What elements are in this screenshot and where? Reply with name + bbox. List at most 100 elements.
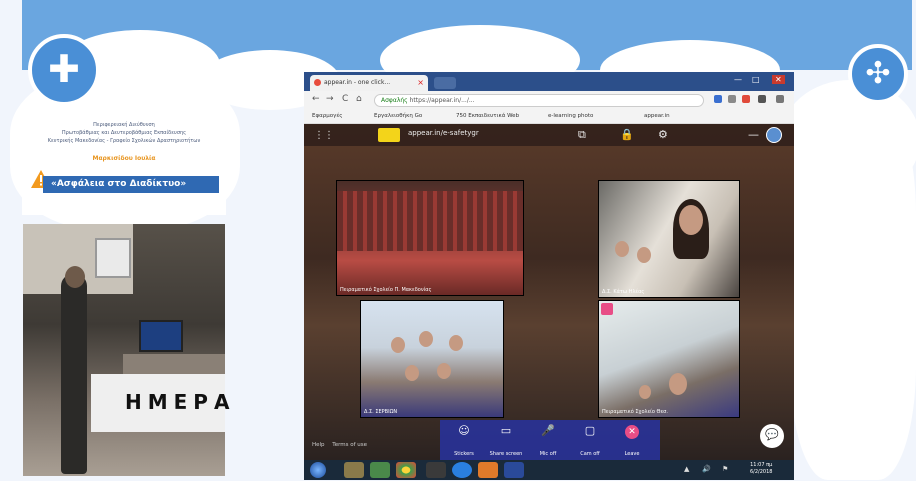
extension-icon[interactable] [714,95,722,103]
room-top-bar: ⋮⋮ appear.in/e-safetygr ⧉ 🔒 ⚙ — [304,124,794,146]
room-footer: Help Terms of use [312,442,367,448]
skype-icon[interactable] [452,462,472,478]
site-logo-right[interactable]: ✣ [848,44,908,104]
maximize-button[interactable]: □ [752,75,760,84]
presenter-name: Μαρκισίδου Ιουλία [92,155,156,162]
leave-button[interactable]: ✕ Leave [614,424,650,459]
cam-off-label: Cam off [580,451,600,457]
video-tile[interactable]: Πειραματικό Σχολείο Π. Μακεδονίας [336,180,524,296]
tab-close-icon[interactable]: × [417,75,424,91]
participant-face [669,373,687,395]
home-icon[interactable]: ⌂ [356,94,362,104]
app-icon[interactable] [504,462,524,478]
stickers-icon: ☺ [458,424,470,437]
firefox-icon[interactable] [478,462,498,478]
extension-icon[interactable] [758,95,766,103]
window-close-button[interactable]: ✕ [772,75,785,84]
participant-face [405,365,419,381]
new-tab-button[interactable] [434,77,456,89]
system-clock[interactable]: 11:07 πμ 6/2/2018 [750,462,772,476]
tray-arrow-icon[interactable]: ▲ [684,465,689,473]
tab-strip: appear.in - one click... × — □ ✕ [304,72,794,91]
start-button[interactable] [310,462,326,478]
participant-face [639,385,651,399]
app-icon[interactable] [426,462,446,478]
org-line: Πρωτοβάθμιας και Δευτεροβάθμιας Εκπαίδευ… [61,130,187,136]
camera-icon: ▢ [584,424,596,437]
forward-icon[interactable]: → [326,94,334,104]
video-tile[interactable]: Δ.Σ. Κάτω Ηλέας [598,180,740,298]
os-taskbar: ▲ 🔊 ⚑ 11:07 πμ 6/2/2018 [304,460,794,480]
terms-link[interactable]: Terms of use [332,442,367,448]
org-line: Περιφερειακή Διεύθυνση [93,122,155,128]
explorer-icon[interactable] [344,462,364,478]
copy-link-icon[interactable]: ⧉ [578,128,586,142]
user-avatar[interactable] [766,127,782,143]
lock-icon[interactable]: 🔒 [620,128,634,141]
tile-label: Δ.Σ. ΣΕΡΒΙΩΝ [364,409,398,415]
photo-sign: ΗΜΕΡΑ [91,374,229,432]
mic-off-button[interactable]: 🎤 Mic off [530,424,566,459]
volume-icon[interactable]: 🔊 [702,465,711,473]
help-link[interactable]: Help [312,442,325,448]
bookmark-item[interactable]: e-learning photo [548,109,593,124]
chrome-icon[interactable] [396,462,416,478]
internet-safety-button[interactable]: «Ασφάλεια στο Διαδίκτυο» [43,176,219,193]
cloud-decoration [790,100,916,480]
chat-button[interactable]: 💬 [760,424,784,448]
site-logo[interactable]: ✚ [28,34,100,106]
participant-face [391,337,405,353]
stickers-button[interactable]: ☺ Stickers [446,424,482,459]
participant-face [419,331,433,347]
tab-title: appear.in - one click... [324,79,391,86]
tile-label: Πειραματικό Σχολείο Π. Μακεδονίας [340,287,432,293]
leave-label: Leave [624,451,640,457]
share-screen-button[interactable]: ▭ Share screen [488,424,524,459]
reload-icon[interactable]: C [342,94,348,104]
clock-date: 6/2/2018 [750,469,773,475]
tile-label: Πειραματικό Σχολείο Θεσ. [602,409,668,415]
photo-desk [123,354,225,376]
bookmark-item[interactable]: appear.in [644,109,670,124]
cam-off-button[interactable]: ▢ Cam off [572,424,608,459]
bookmark-item[interactable]: Εργαλειοθήκη Go [374,109,422,124]
room-badge [378,128,400,142]
participant-face [615,241,629,257]
photo-board [95,238,131,278]
extension-icon[interactable] [742,95,750,103]
minimize-button[interactable]: — [734,75,742,84]
url-field[interactable]: Ασφαλής https://appear.in/.../... [374,94,704,107]
clock-time: 11:07 πμ [750,462,773,468]
menu-icon[interactable] [776,95,784,103]
logo-icon: ✣ [865,56,891,91]
video-tile[interactable]: Πειραματικό Σχολείο Θεσ. [598,300,740,418]
favicon-icon [314,79,321,86]
tile-label: Δ.Σ. Κάτω Ηλέας [602,289,645,295]
photo-monitor [139,320,183,352]
auditorium-seats [337,191,523,251]
stickers-label: Stickers [454,451,474,457]
flag-icon[interactable]: ⚑ [722,465,728,473]
logo-icon: ✚ [48,47,80,91]
minimize-icon[interactable]: — [748,128,759,141]
secure-label: Ασφαλής [381,97,408,104]
settings-icon[interactable]: ⚙ [658,128,668,141]
share-screen-icon: ▭ [500,424,512,437]
video-call-room: ⋮⋮ appear.in/e-safetygr ⧉ 🔒 ⚙ — Πειραματ… [304,124,794,460]
url-text: https://appear.in/.../... [409,97,475,104]
apps-grid-icon[interactable]: ⋮⋮ [314,130,334,141]
photo-person [61,274,87,474]
organizer-info: Περιφερειακή Διεύθυνση Πρωτοβάθμιας και … [22,110,226,215]
extension-icon[interactable] [728,95,736,103]
participant-face [637,247,651,263]
media-icon[interactable] [370,462,390,478]
browser-tab[interactable]: appear.in - one click... × [310,75,428,91]
speaker-indicator-icon [601,303,613,315]
browser-window: appear.in - one click... × — □ ✕ ← → C ⌂… [304,72,794,480]
video-tile[interactable]: Δ.Σ. ΣΕΡΒΙΩΝ [360,300,504,418]
participant-face [679,205,703,235]
bookmark-item[interactable]: 750 Εκπαιδευτικά Web [456,109,519,124]
back-icon[interactable]: ← [312,94,320,104]
mic-off-label: Mic off [539,451,557,457]
bookmark-item[interactable]: Εφαρμογές [312,109,343,124]
